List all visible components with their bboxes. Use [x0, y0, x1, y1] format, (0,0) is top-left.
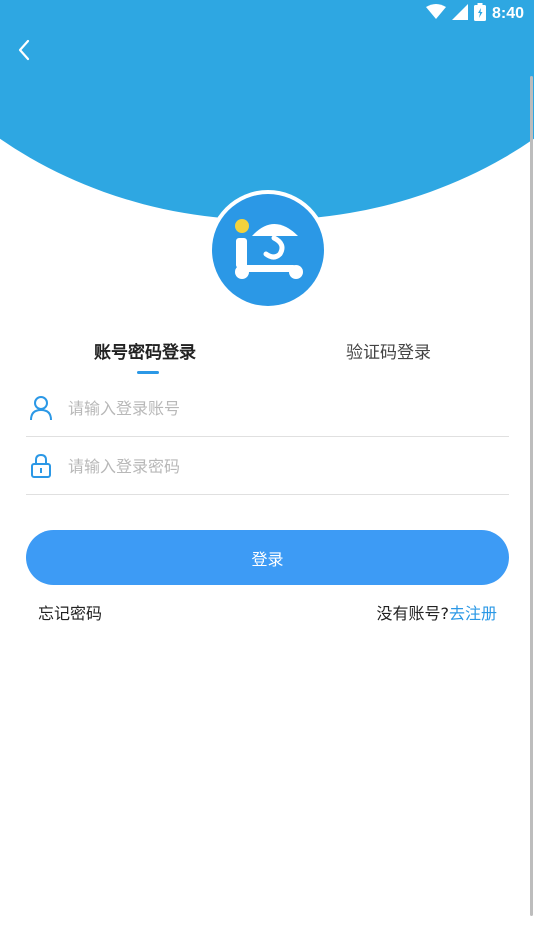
- lock-icon: [28, 453, 54, 479]
- tab-code-login[interactable]: 验证码登录: [346, 338, 431, 363]
- back-button[interactable]: [10, 36, 38, 68]
- status-bar: 8:40: [0, 0, 534, 28]
- status-time: 8:40: [491, 5, 524, 22]
- register-link[interactable]: 去注册: [449, 604, 497, 623]
- status-icons: 8:40: [425, 3, 524, 25]
- account-input[interactable]: [66, 397, 470, 419]
- app-logo: [212, 194, 324, 306]
- app-logo-icon: [235, 219, 303, 279]
- scrollbar[interactable]: [530, 76, 533, 916]
- login-button[interactable]: 登录: [26, 530, 509, 585]
- register-row: 没有账号?去注册: [376, 600, 497, 624]
- battery-icon: [473, 3, 486, 25]
- forgot-password-link[interactable]: 忘记密码: [38, 600, 102, 624]
- password-input[interactable]: [66, 455, 470, 477]
- login-tabs: 账号密码登录 验证码登录: [0, 338, 534, 378]
- tab-active-indicator: [137, 371, 159, 374]
- wifi-icon: [425, 4, 446, 24]
- account-field: [26, 380, 509, 437]
- login-screen: 8:40 账号密码登录 验证码登录 登录: [0, 0, 534, 950]
- user-icon: [28, 395, 54, 421]
- password-field: [26, 438, 509, 495]
- chevron-left-icon: [17, 39, 31, 65]
- signal-icon: [451, 4, 468, 24]
- no-account-label: 没有账号?: [376, 604, 449, 623]
- header-background: [0, 0, 534, 220]
- tab-password-login[interactable]: 账号密码登录: [94, 338, 196, 363]
